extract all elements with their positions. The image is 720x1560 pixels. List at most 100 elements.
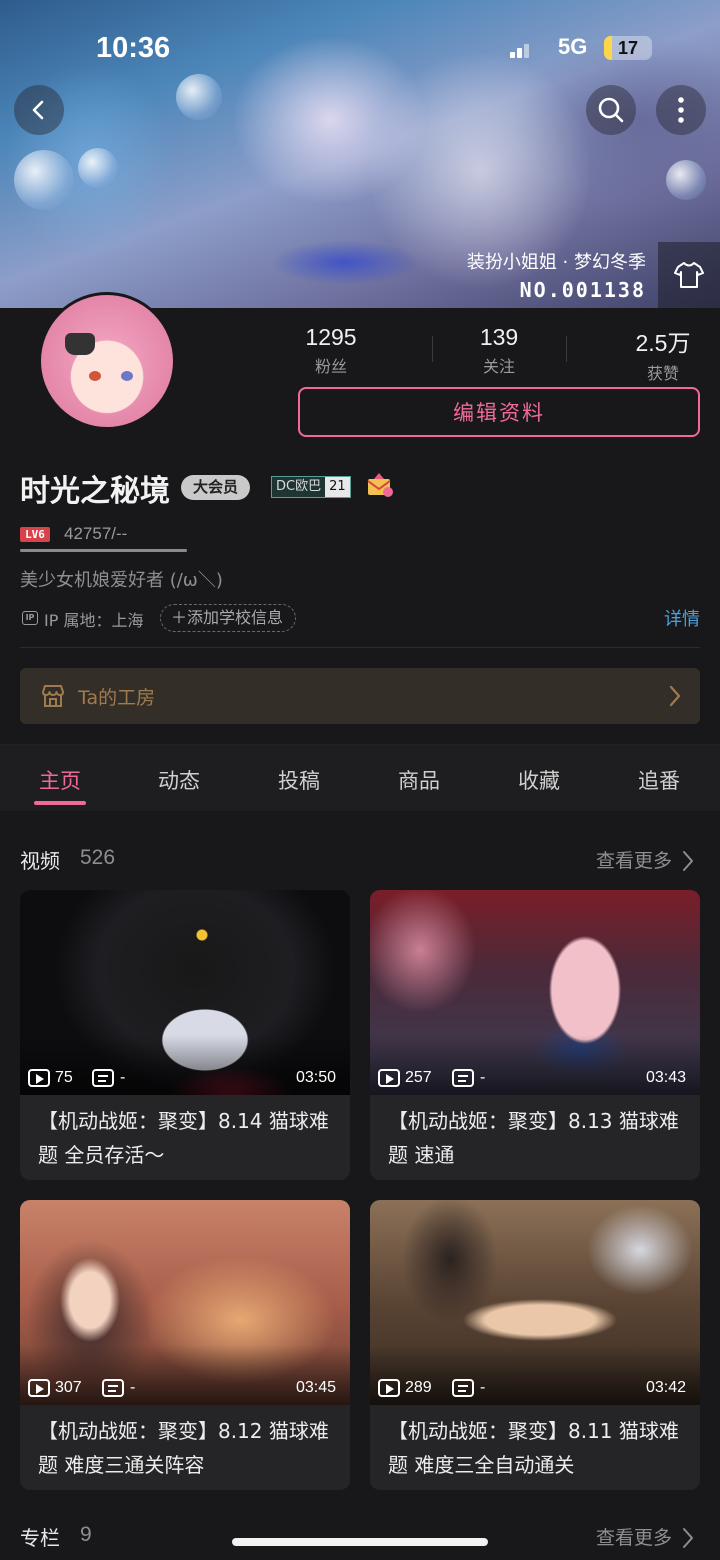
level-tag: LV6 bbox=[20, 527, 50, 542]
workshop-label: Ta的工房 bbox=[78, 687, 156, 709]
video-thumbnail bbox=[370, 890, 700, 1095]
profile-tabs: 主页 动态 投稿 商品 收藏 追番 bbox=[0, 745, 720, 811]
banner-art-crystal bbox=[176, 74, 222, 120]
search-icon bbox=[598, 97, 624, 123]
banner-theme-name: 装扮小姐姐 · 梦幻冬季 bbox=[466, 252, 646, 273]
exp-progress-bar bbox=[20, 549, 187, 552]
edit-profile-button[interactable]: 编辑资料 bbox=[298, 387, 700, 437]
fan-medal-badge[interactable]: DC欧巴 21 bbox=[271, 476, 351, 498]
videos-count: 526 bbox=[80, 846, 116, 869]
vip-badge[interactable]: 大会员 bbox=[181, 475, 251, 500]
stat-divider bbox=[566, 336, 567, 362]
view-count: 257 bbox=[405, 1069, 432, 1086]
plus-icon: ＋ bbox=[171, 608, 188, 627]
chevron-right-icon[interactable] bbox=[682, 850, 694, 872]
banner-art-crystal bbox=[78, 148, 118, 188]
add-school-button[interactable]: ＋添加学校信息 bbox=[160, 604, 297, 632]
stat-value: 2.5万 bbox=[635, 330, 691, 356]
avatar[interactable] bbox=[38, 292, 176, 430]
columns-title: 专栏 bbox=[20, 1526, 60, 1550]
active-tab-indicator bbox=[34, 801, 86, 805]
stat-divider bbox=[432, 336, 433, 362]
add-school-label: 添加学校信息 bbox=[187, 608, 284, 627]
bio: 美少女机娘爱好者 (/ω＼) bbox=[20, 570, 223, 591]
video-title: 【机动战姬：聚变】8.12 猫球难题 难度三通关阵容 bbox=[38, 1419, 329, 1477]
stat-value: 139 bbox=[479, 324, 519, 350]
tab-home[interactable]: 主页 bbox=[0, 765, 120, 795]
stat-likes[interactable]: 2.5万 获赞 bbox=[626, 324, 700, 384]
ip-location: IP 属地：上海 bbox=[44, 611, 144, 630]
status-time: 10:36 bbox=[96, 32, 171, 64]
avatar-art bbox=[65, 333, 95, 355]
dress-up-button[interactable] bbox=[658, 242, 720, 308]
back-button[interactable] bbox=[14, 85, 64, 135]
fan-medal-level: 21 bbox=[325, 477, 350, 497]
view-count: 75 bbox=[55, 1069, 73, 1086]
tab-uploads[interactable]: 投稿 bbox=[239, 765, 359, 795]
video-meta: 307 - 03:45 bbox=[28, 1378, 342, 1400]
view-count: 307 bbox=[55, 1379, 82, 1396]
danmaku-icon bbox=[452, 1069, 474, 1087]
danmaku-icon bbox=[452, 1379, 474, 1397]
stat-label: 关注 bbox=[482, 357, 515, 376]
video-card[interactable]: 257 - 03:43 【机动战姬：聚变】8.13 猫球难题 速通 bbox=[370, 890, 700, 1180]
profile-banner[interactable]: 10:36 5G 17 装扮小姐姐 · 梦幻冬季 NO.001138 bbox=[0, 0, 720, 308]
home-indicator[interactable] bbox=[232, 1538, 488, 1546]
workshop-entry[interactable]: Ta的工房 bbox=[20, 668, 700, 724]
video-title: 【机动战姬：聚变】8.13 猫球难题 速通 bbox=[388, 1109, 679, 1167]
signal-icon bbox=[510, 42, 532, 58]
columns-more-link[interactable]: 查看更多 bbox=[596, 1523, 672, 1550]
username: 时光之秘境 bbox=[20, 474, 170, 509]
videos-title: 视频 bbox=[20, 849, 60, 873]
banner-art-crystal bbox=[14, 150, 74, 210]
exp-value: 42757/-- bbox=[64, 524, 128, 543]
stat-value: 1295 bbox=[305, 324, 357, 350]
play-count-icon bbox=[28, 1069, 50, 1087]
ip-icon: IP bbox=[22, 611, 38, 625]
stat-label: 获赞 bbox=[646, 364, 679, 383]
video-title: 【机动战姬：聚变】8.11 猫球难题 难度三全自动通关 bbox=[388, 1419, 679, 1477]
play-count-icon bbox=[378, 1379, 400, 1397]
columns-section-header: 专栏 9 查看更多 bbox=[20, 1522, 700, 1552]
view-count: 289 bbox=[405, 1379, 432, 1396]
tab-favorites[interactable]: 收藏 bbox=[479, 765, 599, 795]
video-meta: 75 - 03:50 bbox=[28, 1068, 342, 1090]
avatar-art bbox=[121, 371, 133, 381]
tab-dynamics[interactable]: 动态 bbox=[119, 765, 239, 795]
video-card[interactable]: 75 - 03:50 【机动战姬：聚变】8.14 猫球难题 全员存活～ bbox=[20, 890, 350, 1180]
video-card[interactable]: 307 - 03:45 【机动战姬：聚变】8.12 猫球难题 难度三通关阵容 bbox=[20, 1200, 350, 1490]
video-duration: 03:50 bbox=[295, 1069, 336, 1086]
video-meta: 289 - 03:42 bbox=[378, 1378, 692, 1400]
banner-theme-caption[interactable]: 装扮小姐姐 · 梦幻冬季 NO.001138 bbox=[467, 248, 646, 302]
details-link[interactable]: 详情 bbox=[664, 605, 700, 631]
chevron-right-icon[interactable] bbox=[682, 1527, 694, 1549]
columns-count: 9 bbox=[80, 1523, 92, 1546]
video-duration: 03:43 bbox=[645, 1069, 686, 1086]
battery-percent: 17 bbox=[617, 38, 639, 58]
profile-stats: 1295 粉丝 139 关注 2.5万 获赞 bbox=[286, 324, 706, 383]
danmaku-count: - bbox=[480, 1379, 486, 1396]
play-count-icon bbox=[28, 1379, 50, 1397]
back-icon bbox=[32, 100, 44, 120]
network-label: 5G bbox=[558, 34, 588, 59]
video-duration: 03:42 bbox=[645, 1379, 686, 1396]
stat-followers[interactable]: 1295 粉丝 bbox=[296, 324, 366, 377]
more-button[interactable] bbox=[656, 85, 706, 135]
videos-section-header: 视频 526 查看更多 bbox=[20, 845, 700, 875]
status-bar: 10:36 5G 17 bbox=[0, 28, 720, 72]
video-title: 【机动战姬：聚变】8.14 猫球难题 全员存活～ bbox=[38, 1109, 329, 1167]
video-thumbnail bbox=[20, 890, 350, 1095]
stat-label: 粉丝 bbox=[314, 357, 347, 376]
danmaku-icon bbox=[92, 1069, 114, 1087]
avatar-art bbox=[89, 371, 101, 381]
video-thumbnail bbox=[370, 1200, 700, 1405]
tab-bangumi[interactable]: 追番 bbox=[599, 765, 719, 795]
ip-row: IP IP 属地：上海 ＋添加学校信息 详情 bbox=[20, 604, 700, 632]
tab-goods[interactable]: 商品 bbox=[359, 765, 479, 795]
stat-following[interactable]: 139 关注 bbox=[464, 324, 534, 377]
danmaku-count: - bbox=[120, 1069, 126, 1086]
videos-more-link[interactable]: 查看更多 bbox=[596, 846, 672, 873]
search-button[interactable] bbox=[586, 85, 636, 135]
envelope-icon[interactable] bbox=[366, 472, 394, 498]
video-card[interactable]: 289 - 03:42 【机动战姬：聚变】8.11 猫球难题 难度三全自动通关 bbox=[370, 1200, 700, 1490]
